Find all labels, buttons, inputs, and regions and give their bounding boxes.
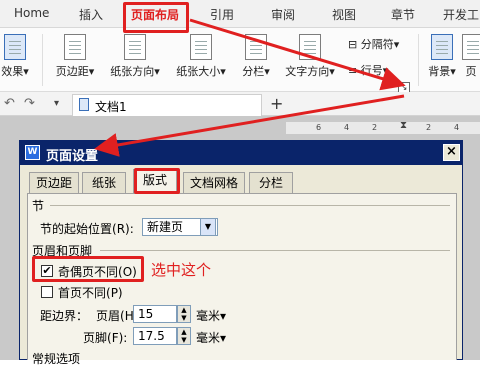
arrow-to-dialog: [94, 94, 405, 157]
annotation-arrows: [94, 18, 406, 157]
arrow-to-launcher: [189, 18, 406, 91]
